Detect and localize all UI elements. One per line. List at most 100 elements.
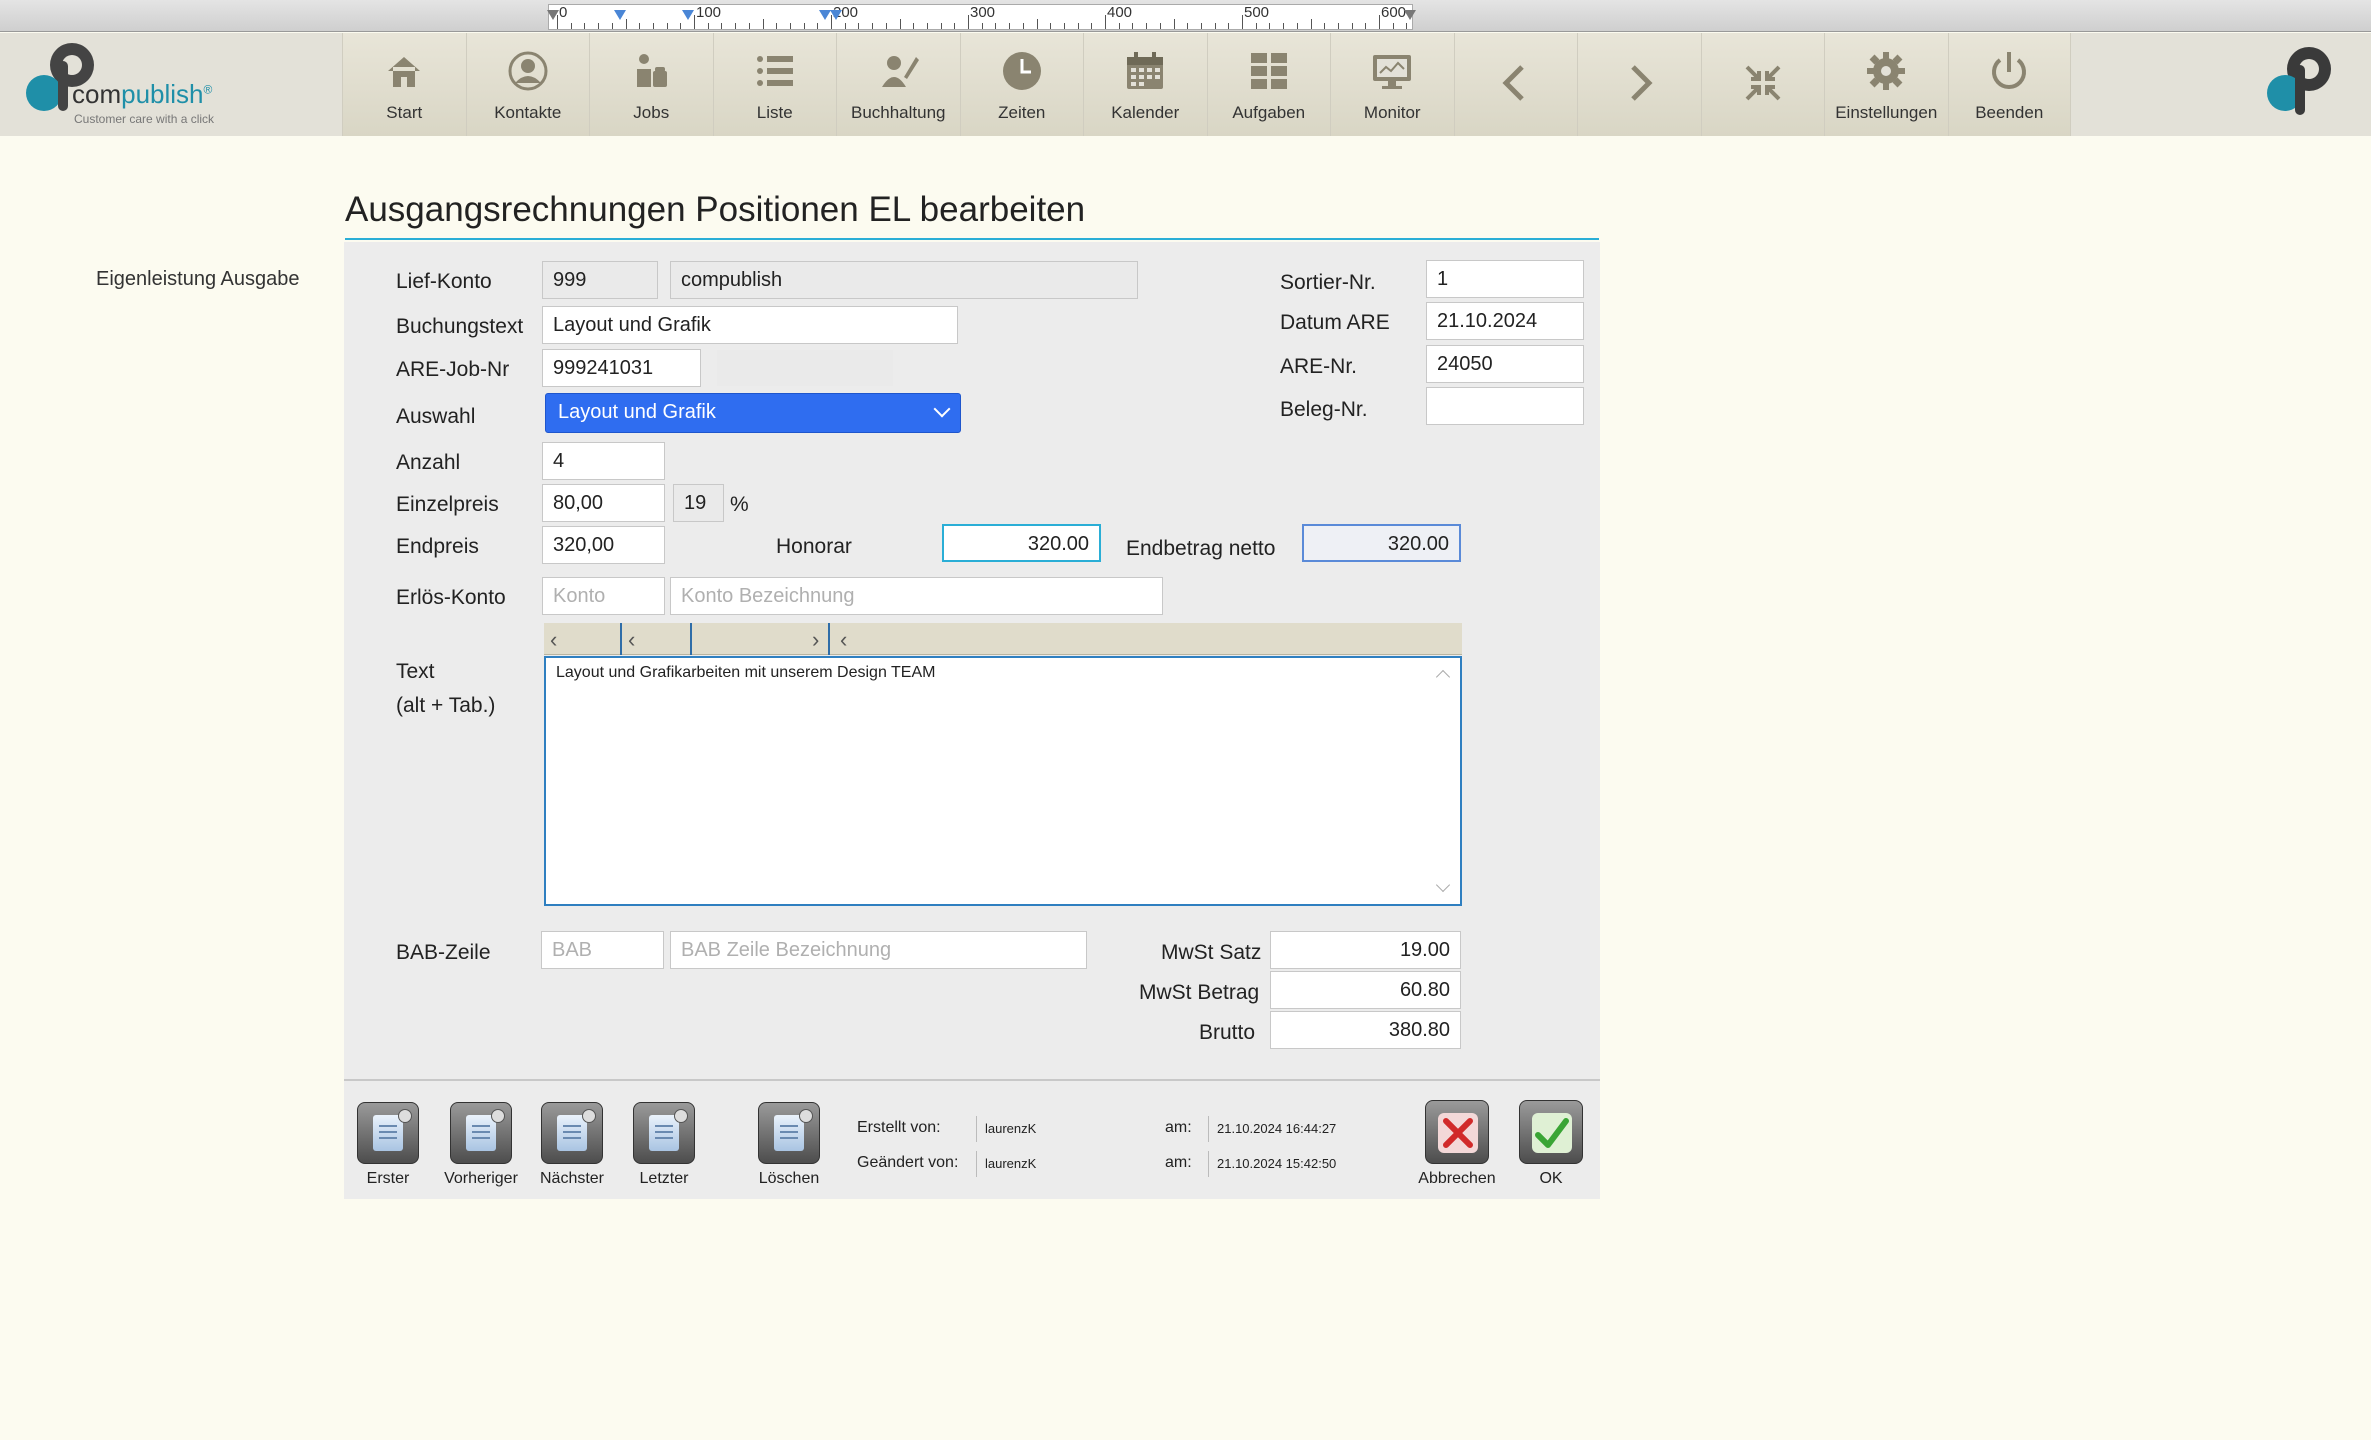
ruler-number: 0 — [559, 4, 568, 21]
endpreis-field[interactable]: 320,00 — [542, 526, 665, 564]
scroll-down-icon[interactable] — [1435, 877, 1451, 893]
text-area[interactable]: Layout und Grafikarbeiten mit unserem De… — [544, 656, 1462, 906]
honorar-field[interactable]: 320.00 — [942, 524, 1101, 562]
title-divider — [345, 238, 1599, 240]
ruler-tick — [1324, 23, 1326, 29]
datum-are-label: Datum ARE — [1280, 311, 1390, 334]
check-icon — [1532, 1113, 1572, 1153]
nav-jobs-button[interactable]: Jobs — [589, 33, 713, 136]
nav-zeiten-button[interactable]: Zeiten — [959, 33, 1083, 136]
erloes-konto-bez-field[interactable]: Konto Bezeichnung — [670, 577, 1163, 615]
nav-aufgaben-button[interactable]: Aufgaben — [1206, 33, 1330, 136]
logo-tagline: Customer care with a click — [74, 112, 215, 126]
document-icon — [649, 1115, 679, 1151]
beleg-nr-field[interactable] — [1426, 387, 1584, 425]
nav-chevron-left-button[interactable] — [1453, 33, 1577, 136]
mwst-satz-field[interactable]: 19.00 — [1270, 931, 1461, 969]
chevron-right-icon — [1631, 65, 1653, 101]
are-nr-field[interactable]: 24050 — [1426, 345, 1584, 383]
ok-button[interactable] — [1519, 1100, 1583, 1164]
sortier-field[interactable]: 1 — [1426, 260, 1584, 298]
ruler-tick — [1365, 23, 1367, 29]
power-icon — [1992, 52, 2027, 89]
cancel-button[interactable] — [1425, 1100, 1489, 1164]
endbetrag-field[interactable]: 320.00 — [1302, 524, 1461, 562]
nav-liste-button[interactable]: Liste — [712, 33, 836, 136]
toolbar-separator — [690, 623, 692, 655]
ruler-marker-tab[interactable] — [830, 10, 842, 20]
ruler-tick — [721, 23, 723, 29]
ruler-tick — [913, 23, 915, 29]
footer-divider — [344, 1079, 1600, 1081]
auswahl-select[interactable]: Layout und Grafik — [545, 393, 961, 433]
chevron-right-icon[interactable]: › — [812, 627, 819, 653]
ruler-tick — [611, 23, 613, 29]
auswahl-label: Auswahl — [396, 405, 476, 428]
app-logo: compublish® Customer care with a click — [20, 39, 230, 129]
text-format-toolbar: ‹ ‹ › ‹ — [544, 623, 1462, 655]
delete-record-button[interactable] — [758, 1102, 820, 1164]
erloes-konto-field[interactable]: Konto — [542, 577, 665, 615]
ruler-marker-right[interactable] — [1404, 10, 1416, 20]
brutto-field[interactable]: 380.80 — [1270, 1011, 1461, 1049]
are-job-extra-field[interactable] — [716, 349, 894, 387]
nav-beenden-button[interactable]: Beenden — [1947, 33, 2071, 136]
lief-konto-field[interactable]: 999 — [542, 261, 658, 299]
chevron-left-icon[interactable]: ‹ — [550, 627, 557, 653]
monitor-icon — [1373, 55, 1412, 89]
nav-start-button[interactable]: Start — [342, 33, 466, 136]
are-job-field[interactable]: 999241031 — [542, 349, 701, 387]
nav-chevron-right-button[interactable] — [1577, 33, 1701, 136]
ruler-tick — [1077, 23, 1079, 29]
collapse-icon — [1745, 65, 1781, 101]
ruler-tick — [625, 19, 627, 29]
ruler[interactable]: 0 100 200 300 400 500 600 — [548, 4, 1413, 30]
chevron-left-icon[interactable]: ‹ — [628, 627, 635, 653]
first-badge-icon — [398, 1109, 412, 1123]
nav-label: Start — [386, 103, 423, 122]
nav-bar: Start Kontakte Jobs Liste Buchhaltung Zeiten K… — [342, 33, 2071, 136]
next-record-button[interactable] — [541, 1102, 603, 1164]
ruler-tick — [1283, 23, 1285, 29]
ruler-tick — [1310, 19, 1312, 29]
ruler-marker-tab[interactable] — [614, 10, 626, 20]
ruler-tick — [1269, 23, 1271, 29]
ruler-marker-left[interactable] — [547, 10, 559, 20]
chevron-left-icon[interactable]: ‹ — [840, 627, 847, 653]
lief-name-field[interactable]: compublish — [670, 261, 1138, 299]
einzelpreis-field[interactable]: 80,00 — [542, 484, 665, 522]
ruler-tick — [1242, 15, 1243, 29]
buchungstext-field[interactable]: Layout und Grafik — [542, 306, 958, 344]
scroll-up-icon[interactable] — [1435, 669, 1451, 685]
nav-buchhaltung-button[interactable]: Buchhaltung — [836, 33, 960, 136]
nav-einstellungen-button[interactable]: Einstellungen — [1824, 33, 1948, 136]
brutto-label: Brutto — [1199, 1021, 1256, 1044]
auswahl-value: Layout und Grafik — [558, 401, 716, 423]
section-label: Eigenleistung Ausgabe — [96, 268, 300, 290]
nav-collapse-button[interactable] — [1700, 33, 1824, 136]
bab-bez-field[interactable]: BAB Zeile Bezeichnung — [670, 931, 1087, 969]
previous-record-button[interactable] — [450, 1102, 512, 1164]
ruler-tick — [694, 15, 695, 29]
changed-at-value: 21.10.2024 15:42:50 — [1208, 1151, 1336, 1177]
nav-kalender-button[interactable]: Kalender — [1083, 33, 1207, 136]
ruler-tick — [899, 19, 901, 29]
last-record-button[interactable] — [633, 1102, 695, 1164]
ruler-tick — [1036, 19, 1038, 29]
datum-are-field[interactable]: 21.10.2024 — [1426, 302, 1584, 340]
are-nr-label: ARE-Nr. — [1280, 355, 1358, 378]
ruler-marker-tab[interactable] — [682, 10, 694, 20]
steuer-field[interactable]: 19 — [673, 484, 724, 522]
nav-monitor-button[interactable]: Monitor — [1330, 33, 1454, 136]
anzahl-field[interactable]: 4 — [542, 442, 665, 480]
first-record-button[interactable] — [357, 1102, 419, 1164]
ruler-tick — [817, 23, 819, 29]
ruler-tick — [1146, 23, 1148, 29]
nav-kontakte-button[interactable]: Kontakte — [465, 33, 589, 136]
logo-wordmark: compublish® — [72, 79, 213, 109]
delete-badge-icon — [799, 1109, 813, 1123]
bab-field[interactable]: BAB — [541, 931, 664, 969]
ruler-tick — [748, 23, 750, 29]
ruler-tick — [1228, 23, 1230, 29]
mwst-betrag-field[interactable]: 60.80 — [1270, 971, 1461, 1009]
